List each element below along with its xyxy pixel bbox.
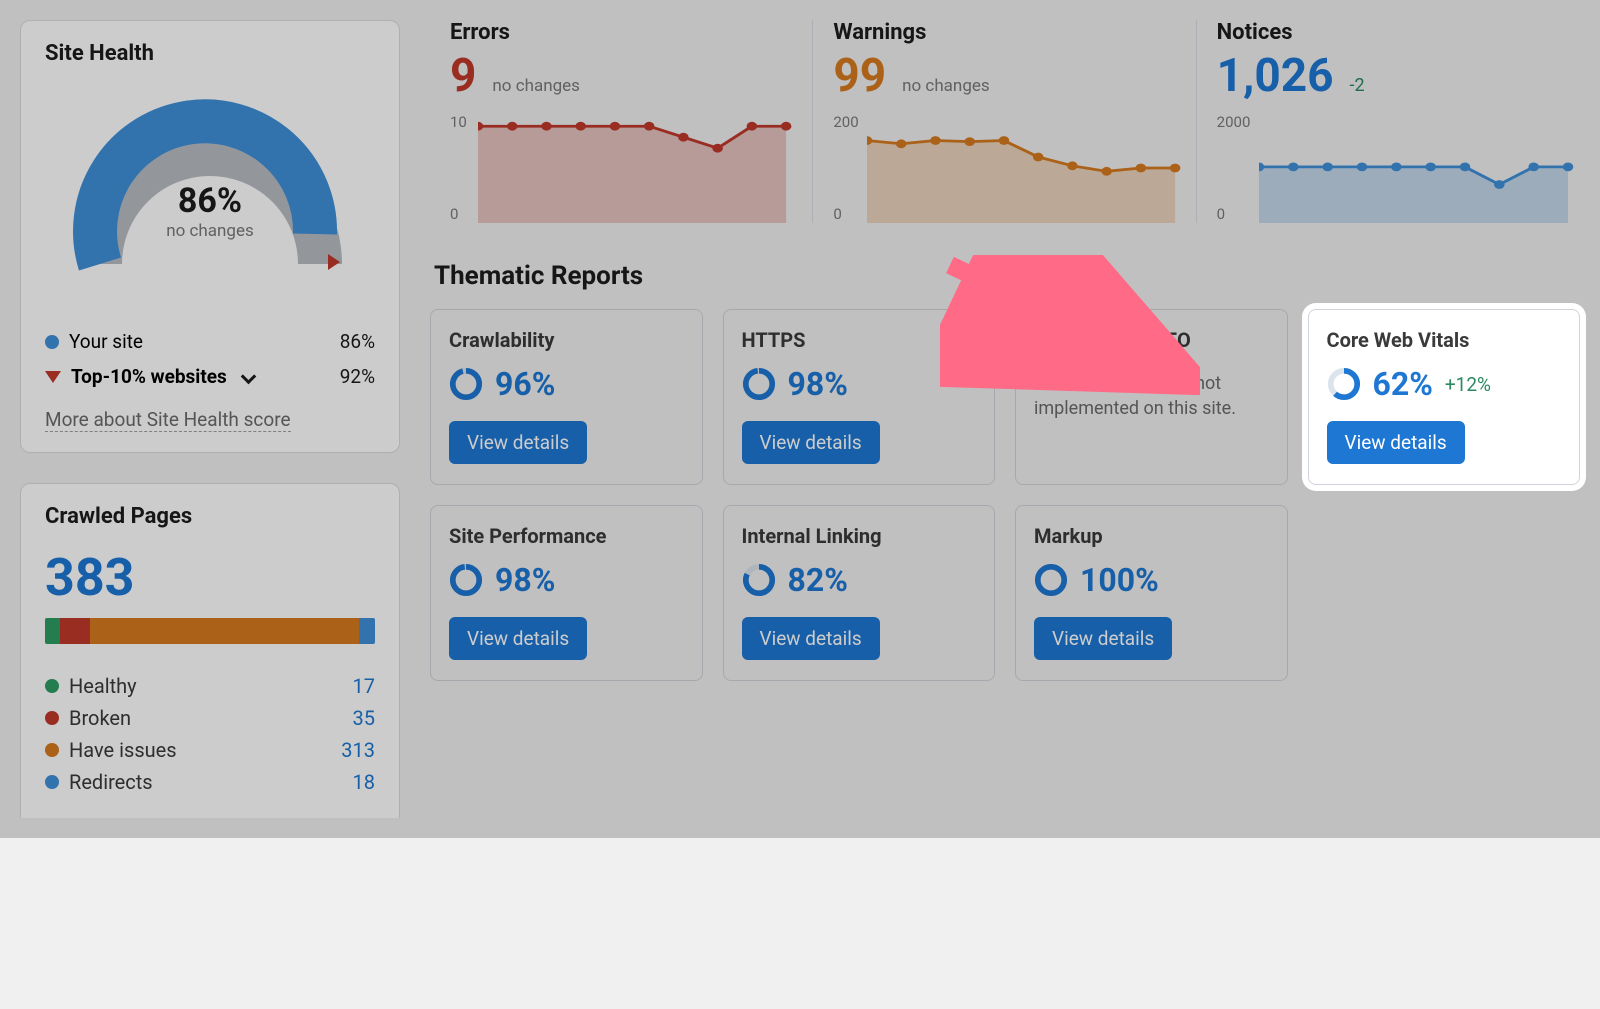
stat-errors-label: Errors — [450, 20, 792, 45]
report-markup[interactable]: Markup 100% View details — [1015, 505, 1288, 681]
report-international-seo[interactable]: International SEO International SEO is n… — [1015, 309, 1288, 485]
report-delta: +12% — [1445, 373, 1491, 396]
crawled-pages-card: Crawled Pages 383 Healthy 17 Broken 35 H… — [20, 483, 400, 818]
axis-label: 0 — [450, 205, 458, 223]
view-details-button[interactable]: View details — [742, 421, 880, 464]
dot-icon — [45, 679, 59, 693]
report-percent: 96% — [495, 365, 555, 403]
view-details-button[interactable]: View details — [1327, 421, 1465, 464]
report-title: HTTPS — [742, 328, 977, 353]
report-site-performance[interactable]: Site Performance 98% View details — [430, 505, 703, 681]
more-about-link[interactable]: More about Site Health score — [45, 408, 291, 432]
list-value: 17 — [353, 674, 375, 698]
report-core-web-vitals[interactable]: Core Web Vitals 62% +12% View details — [1308, 309, 1581, 485]
dot-icon — [45, 743, 59, 757]
gauge-sub-label: no changes — [166, 221, 254, 241]
list-row-redirects[interactable]: Redirects 18 — [45, 766, 375, 798]
report-percent: 82% — [788, 561, 848, 599]
report-title: International SEO — [1034, 328, 1269, 353]
report-percent: 98% — [788, 365, 848, 403]
list-label: Have issues — [69, 738, 177, 762]
thematic-reports-section: Thematic Reports Crawlability 96% View d… — [430, 253, 1580, 681]
stat-warnings-label: Warnings — [833, 20, 1175, 45]
thematic-reports-title: Thematic Reports — [434, 261, 1580, 291]
stat-warnings-value: 99 — [833, 49, 886, 103]
list-row-healthy[interactable]: Healthy 17 — [45, 670, 375, 702]
view-details-button[interactable]: View details — [449, 617, 587, 660]
donut-icon — [742, 367, 776, 401]
stat-errors-sub: no changes — [492, 76, 580, 96]
seg-broken — [60, 618, 90, 644]
axis-label: 2000 — [1217, 113, 1251, 131]
stat-notices-label: Notices — [1217, 20, 1560, 45]
report-title: Markup — [1034, 524, 1269, 549]
list-label: Redirects — [69, 770, 153, 794]
view-details-button[interactable]: View details — [742, 617, 880, 660]
chevron-down-icon — [241, 369, 257, 385]
crawled-pages-stackbar — [45, 618, 375, 644]
gauge-percent-label: 86% — [166, 181, 254, 221]
report-core-web-vitals-highlight: Core Web Vitals 62% +12% View details — [1308, 309, 1581, 485]
seg-issues — [90, 618, 360, 644]
crawled-pages-total: 383 — [45, 547, 375, 608]
view-details-button[interactable]: View details — [449, 421, 587, 464]
dot-icon — [45, 775, 59, 789]
report-crawlability[interactable]: Crawlability 96% View details — [430, 309, 703, 485]
axis-label: 0 — [833, 205, 841, 223]
report-percent: 62% — [1373, 365, 1433, 403]
site-health-gauge: 86% no changes — [45, 84, 375, 304]
donut-icon — [1034, 563, 1068, 597]
legend-top10-label: Top-10% websites — [71, 365, 227, 388]
stat-errors-value: 9 — [450, 49, 476, 103]
list-value: 313 — [341, 738, 375, 762]
legend-top10[interactable]: Top-10% websites 92% — [45, 359, 375, 394]
site-health-card: Site Health 86% no changes Your site 86% — [20, 20, 400, 453]
stat-errors[interactable]: Errors 9 no changes 10 0 — [430, 20, 813, 223]
donut-icon — [449, 367, 483, 401]
report-percent: 100% — [1080, 561, 1159, 599]
stat-notices-value: 1,026 — [1217, 49, 1334, 103]
stat-notices[interactable]: Notices 1,026 -2 2000 0 — [1197, 20, 1580, 223]
stats-strip: Errors 9 no changes 10 0 Warnings — [430, 20, 1580, 223]
dot-icon — [45, 711, 59, 725]
crawled-pages-title: Crawled Pages — [45, 504, 375, 529]
report-title: Site Performance — [449, 524, 684, 549]
view-details-button[interactable]: View details — [1034, 617, 1172, 660]
list-row-broken[interactable]: Broken 35 — [45, 702, 375, 734]
report-percent: 98% — [495, 561, 555, 599]
report-grid: Crawlability 96% View details HTTPS 98% … — [430, 309, 1580, 681]
stat-warnings[interactable]: Warnings 99 no changes 200 0 — [813, 20, 1196, 223]
report-title: Crawlability — [449, 328, 684, 353]
legend-your-site-value: 86% — [340, 330, 375, 353]
report-title: Internal Linking — [742, 524, 977, 549]
errors-chart: 10 0 — [450, 113, 792, 223]
site-health-title: Site Health — [45, 41, 375, 66]
list-row-issues[interactable]: Have issues 313 — [45, 734, 375, 766]
legend-your-site-label: Your site — [69, 330, 143, 353]
stat-notices-delta: -2 — [1350, 75, 1365, 96]
legend-top10-value: 92% — [340, 365, 375, 388]
donut-icon — [449, 563, 483, 597]
notices-chart: 2000 0 — [1217, 113, 1560, 223]
report-description: International SEO is not implemented on … — [1034, 371, 1269, 421]
report-title: Core Web Vitals — [1327, 328, 1562, 353]
axis-label: 10 — [450, 113, 467, 131]
legend-your-site: Your site 86% — [45, 324, 375, 359]
list-label: Broken — [69, 706, 131, 730]
axis-label: 0 — [1217, 205, 1225, 223]
donut-icon — [742, 563, 776, 597]
report-https[interactable]: HTTPS 98% View details — [723, 309, 996, 485]
dot-icon — [45, 335, 59, 349]
donut-icon — [1327, 367, 1361, 401]
stat-warnings-sub: no changes — [902, 76, 990, 96]
axis-label: 200 — [833, 113, 858, 131]
seg-redirects — [359, 618, 375, 644]
list-label: Healthy — [69, 674, 137, 698]
warnings-chart: 200 0 — [833, 113, 1175, 223]
triangle-down-icon — [45, 371, 61, 383]
seg-healthy — [45, 618, 60, 644]
list-value: 35 — [353, 706, 375, 730]
report-internal-linking[interactable]: Internal Linking 82% View details — [723, 505, 996, 681]
list-value: 18 — [353, 770, 375, 794]
